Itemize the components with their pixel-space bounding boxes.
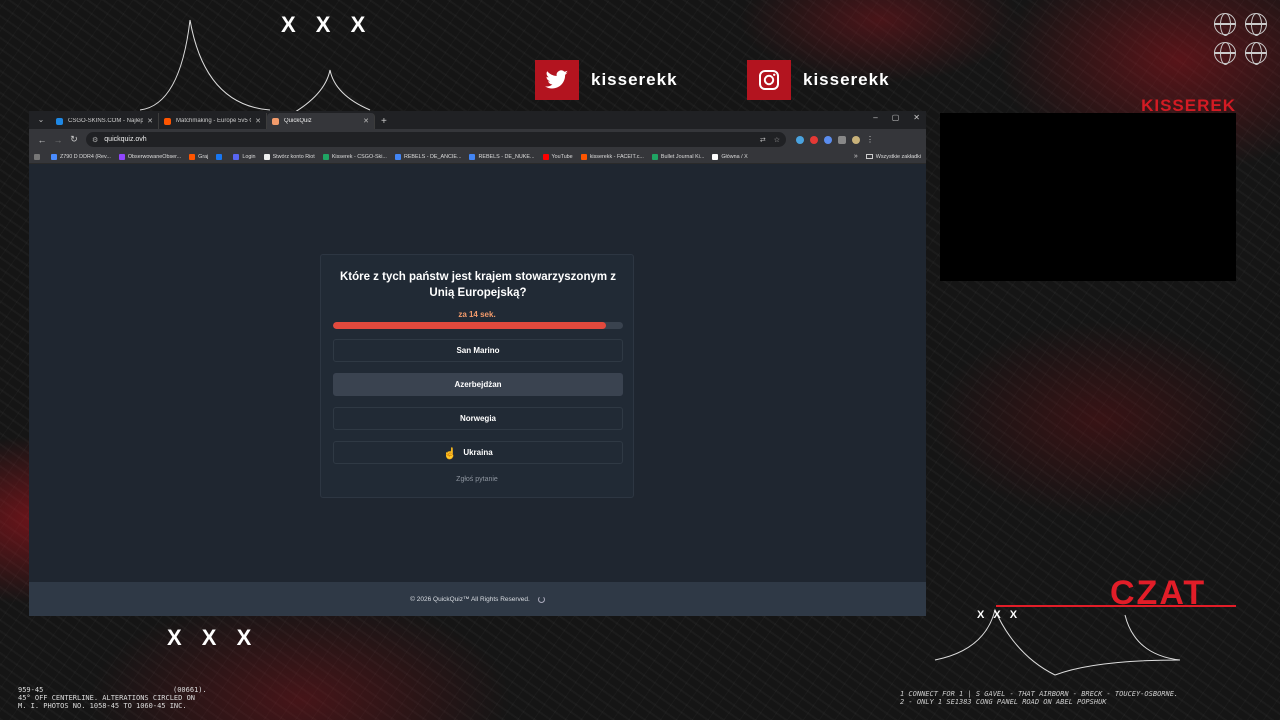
new-tab-button[interactable]: +: [381, 115, 387, 129]
bookmark-item[interactable]: REBELS - DE_ANCIE...: [394, 153, 461, 160]
browser-menu-icon[interactable]: ⋮: [866, 135, 874, 144]
tab-favicon: [272, 117, 279, 125]
page-footer: © 2026 QuickQuiz™ All Rights Reserved.: [29, 582, 926, 616]
back-button[interactable]: ←: [34, 135, 50, 145]
extension-icon[interactable]: [824, 135, 832, 144]
browser-toolbar: ← → ↻ ⚙ quickquiz.ovh ⇄ ☆ ⋮: [29, 129, 926, 150]
bookmark-item[interactable]: Bullet Journal Ki...: [651, 153, 704, 160]
bookmark-item[interactable]: Główna / X: [712, 153, 748, 160]
bookmark-item[interactable]: [216, 153, 225, 160]
window-controls: – ▢ ✕: [873, 113, 920, 122]
countdown-timer: za 14 sek.: [458, 310, 496, 319]
tab-matchmaking[interactable]: Matchmaking - Europe 5v5 Qu ✕: [159, 113, 267, 129]
bookmark-item[interactable]: Z790 D DDR4 (Rev...: [51, 153, 111, 160]
film-caption-text: 959-45 45° OFF CENTERLINE. ALTERATIONS C…: [18, 686, 196, 710]
bookmark-item[interactable]: kisserekk - FACEIT.c...: [580, 153, 644, 160]
tab-title: CSGO-SKINS.COM - Najlepsze: [68, 118, 144, 124]
x-marks-top: X X X: [281, 12, 366, 37]
chat-label: CZAT: [1110, 574, 1207, 612]
tab-title: QuickQuiz: [284, 118, 312, 124]
profile-avatar[interactable]: [852, 135, 860, 144]
site-info-icon[interactable]: ⚙: [92, 136, 98, 144]
tab-favicon: [56, 117, 63, 125]
tab-strip: ⌄ CSGO-SKINS.COM - Najlepsze ✕ Matchmaki…: [29, 111, 926, 129]
close-icon[interactable]: ✕: [363, 117, 369, 125]
url-text: quickquiz.ovh: [104, 136, 147, 143]
bookmark-item[interactable]: Graj: [189, 153, 208, 160]
translate-icon[interactable]: ⇄: [760, 136, 766, 144]
question-text: Które z tych państw jest krajem stowarzy…: [339, 271, 617, 299]
x-marks-chat: X X X: [977, 609, 1018, 621]
quiz-page: Które z tych państw jest krajem stowarzy…: [29, 164, 926, 582]
answer-option-norwegia[interactable]: Norwegia: [333, 407, 623, 430]
bookmark-item[interactable]: Stwórz konto Riot: [263, 153, 315, 160]
globe-icon: [1245, 42, 1267, 65]
browser-window: ⌄ CSGO-SKINS.COM - Najlepsze ✕ Matchmaki…: [29, 111, 926, 616]
film-caption-code: (00661).: [173, 686, 207, 694]
minimize-button[interactable]: –: [873, 113, 877, 122]
chat-divider: [996, 605, 1236, 607]
globe-icon: [1214, 42, 1236, 65]
reload-button[interactable]: ↻: [66, 134, 82, 145]
answer-option-azerbejdzan[interactable]: Azerbejdżan: [333, 373, 623, 396]
extension-icon[interactable]: [810, 135, 818, 144]
webcam-frame: [940, 113, 1236, 281]
quiz-card: Które z tych państw jest krajem stowarzy…: [320, 254, 634, 498]
bookmark-item[interactable]: YouTube: [542, 153, 573, 160]
twitter-icon: [535, 60, 579, 100]
footer-copyright: © 2026 QuickQuiz™ All Rights Reserved.: [410, 595, 530, 603]
apps-icon[interactable]: [34, 153, 43, 160]
maximize-button[interactable]: ▢: [892, 113, 900, 122]
bookmark-star-icon[interactable]: ☆: [774, 136, 780, 144]
extensions-area: ⋮: [796, 135, 874, 144]
all-bookmarks-folder[interactable]: Wszystkie zakładki: [865, 154, 921, 160]
tab-quickquiz[interactable]: QuickQuiz ✕: [267, 113, 375, 129]
instagram-icon: [747, 60, 791, 100]
bookmark-item[interactable]: ObserwowaneObser...: [118, 153, 181, 160]
bookmark-item[interactable]: Login: [233, 153, 256, 160]
answer-option-san-marino[interactable]: San Marino: [333, 339, 623, 362]
x-marks-bottom: X X X: [167, 625, 252, 650]
bookmark-item[interactable]: Kisserek - CSGO-Ski...: [322, 153, 387, 160]
globe-icon: [1245, 13, 1267, 36]
bookmark-item[interactable]: REBELS - DE_NUKE...: [469, 153, 535, 160]
film-caption-left: (00661). 959-45 45° OFF CENTERLINE. ALTE…: [18, 686, 207, 710]
twitter-badge: kisserekk: [535, 60, 678, 100]
tab-title: Matchmaking - Europe 5v5 Qu: [176, 118, 252, 124]
timer-progress-fill: [333, 322, 606, 329]
tab-search-button[interactable]: ⌄: [33, 113, 49, 127]
twitter-handle: kisserekk: [591, 70, 678, 89]
film-caption-right: 1 CONNECT FOR 1 | S GAVEL - THAT AIRBORN…: [900, 690, 1179, 706]
timer-progress-bar: [333, 322, 623, 329]
hand-cursor-icon: ☝: [443, 448, 457, 460]
tab-favicon: [164, 117, 171, 125]
close-window-button[interactable]: ✕: [913, 113, 920, 122]
loading-spinner-icon: [537, 595, 545, 603]
extension-icon[interactable]: [796, 135, 804, 144]
close-icon[interactable]: ✕: [147, 117, 153, 125]
forward-button[interactable]: →: [50, 135, 66, 145]
tab-csgo-skins[interactable]: CSGO-SKINS.COM - Najlepsze ✕: [51, 113, 159, 129]
bookmarks-bar: Z790 D DDR4 (Rev... ObserwowaneObser... …: [29, 150, 926, 164]
folder-icon: [865, 154, 873, 159]
answer-option-ukraina[interactable]: Ukraina: [333, 441, 623, 464]
globe-icon: [1214, 13, 1236, 36]
report-question-link[interactable]: Zgłoś pytanie: [321, 476, 633, 483]
instagram-handle: kisserekk: [803, 70, 890, 89]
address-bar[interactable]: ⚙ quickquiz.ovh ⇄ ☆: [86, 132, 786, 147]
close-icon[interactable]: ✕: [255, 117, 261, 125]
instagram-badge: kisserekk: [747, 60, 890, 100]
extensions-puzzle-icon[interactable]: [838, 135, 846, 144]
bookmarks-overflow-button[interactable]: »: [854, 153, 858, 160]
